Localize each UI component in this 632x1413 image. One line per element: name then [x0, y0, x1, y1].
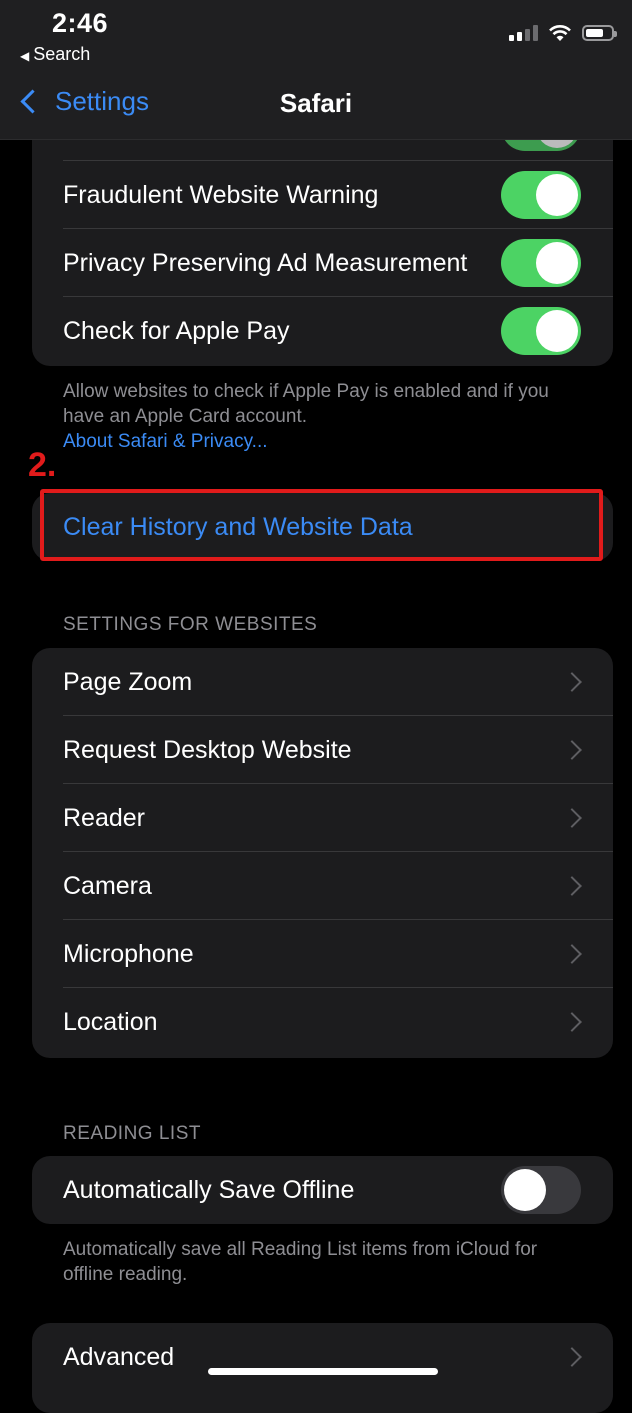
chevron-right-icon: [562, 808, 582, 828]
home-indicator[interactable]: [208, 1368, 438, 1375]
list-item-microphone[interactable]: Microphone: [32, 920, 613, 988]
chevron-right-icon: [562, 672, 582, 692]
battery-icon: [582, 25, 617, 41]
back-triangle-icon: ◀: [20, 49, 30, 63]
microphone-label: Microphone: [63, 939, 194, 968]
privacy-ad-measurement-toggle[interactable]: [501, 239, 581, 287]
fraudulent-website-warning-toggle[interactable]: [501, 171, 581, 219]
annotation-highlight-box: [40, 489, 603, 561]
list-item-camera[interactable]: Camera: [32, 852, 613, 920]
list-item-advanced[interactable]: Advanced: [32, 1323, 613, 1391]
list-item-reader[interactable]: Reader: [32, 784, 613, 852]
list-item-page-zoom[interactable]: Page Zoom: [32, 648, 613, 716]
chevron-right-icon: [562, 876, 582, 896]
check-apple-pay-row: Check for Apple Pay: [32, 297, 613, 365]
annotation-step-number: 2.: [28, 446, 57, 484]
top-bar: 2:46 ◀ Search Settings Safari: [0, 0, 632, 140]
check-apple-pay-toggle[interactable]: [501, 307, 581, 355]
chevron-right-icon: [562, 740, 582, 760]
settings-for-websites-group: Page Zoom Request Desktop Website Reader…: [32, 648, 613, 1058]
list-item-location[interactable]: Location: [32, 988, 613, 1056]
fraudulent-website-warning-label: Fraudulent Website Warning: [63, 180, 379, 209]
auto-save-offline-label: Automatically Save Offline: [63, 1175, 355, 1204]
location-label: Location: [63, 1007, 158, 1036]
privacy-ad-measurement-row: Privacy Preserving Ad Measurement: [32, 229, 613, 297]
privacy-footer-text: Allow websites to check if Apple Pay is …: [63, 381, 549, 427]
privacy-footer: Allow websites to check if Apple Pay is …: [63, 379, 573, 454]
page-zoom-label: Page Zoom: [63, 667, 193, 696]
reader-label: Reader: [63, 803, 145, 832]
about-safari-privacy-link[interactable]: About Safari & Privacy...: [63, 429, 573, 454]
settings-for-websites-header: SETTINGS FOR WEBSITES: [63, 614, 318, 635]
status-time: 2:46: [52, 8, 109, 38]
auto-save-offline-toggle[interactable]: [501, 1166, 581, 1214]
chevron-right-icon: [562, 944, 582, 964]
fraudulent-website-warning-row: Fraudulent Website Warning: [32, 161, 613, 229]
request-desktop-website-label: Request Desktop Website: [63, 735, 352, 764]
reading-list-header: READING LIST: [63, 1123, 201, 1144]
chevron-right-icon: [562, 1012, 582, 1032]
advanced-label: Advanced: [63, 1342, 175, 1371]
auto-save-offline-row: Automatically Save Offline: [32, 1156, 613, 1224]
camera-label: Camera: [63, 871, 152, 900]
list-item-request-desktop-website[interactable]: Request Desktop Website: [32, 716, 613, 784]
wifi-icon: [549, 25, 571, 41]
reading-list-group: Automatically Save Offline: [32, 1156, 613, 1224]
check-apple-pay-label: Check for Apple Pay: [63, 316, 290, 345]
page-title: Safari: [279, 88, 353, 118]
chevron-right-icon: [562, 1347, 582, 1367]
privacy-ad-measurement-label: Privacy Preserving Ad Measurement: [63, 248, 468, 277]
back-app-label: Search: [33, 44, 91, 64]
reading-list-footer: Automatically save all Reading List item…: [63, 1239, 538, 1285]
back-to-app-link[interactable]: ◀ Search: [20, 44, 90, 65]
cellular-signal-icon: [509, 25, 538, 41]
status-icons: [509, 24, 617, 42]
